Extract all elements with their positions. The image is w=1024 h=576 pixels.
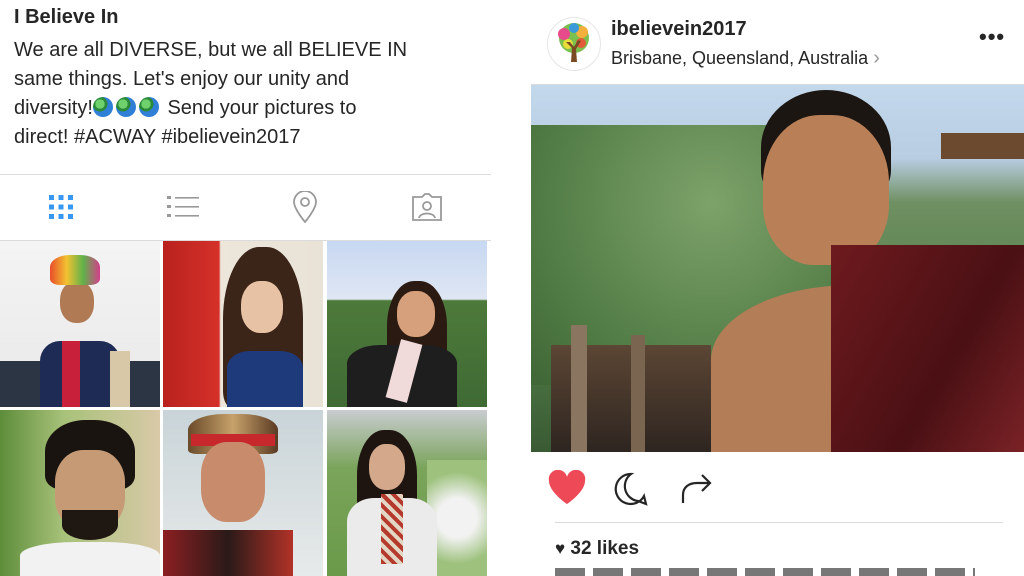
tree-logo-icon — [558, 23, 589, 62]
grid-photo[interactable] — [0, 241, 160, 407]
post-actions — [531, 462, 1024, 518]
panel-gap — [491, 0, 531, 576]
bio-text: diversity! — [14, 97, 93, 119]
grid-icon — [49, 195, 73, 219]
comment-button[interactable] — [613, 471, 649, 512]
profile-bio: We are all DIVERSE, but we all BELIEVE I… — [14, 36, 484, 152]
bio-line: We are all DIVERSE, but we all BELIEVE I… — [14, 39, 408, 61]
location-pin-icon — [293, 191, 317, 223]
profile-name: I Believe In — [14, 6, 119, 28]
location-text: Brisbane, Queensland, Australia — [611, 48, 869, 68]
globe-icon — [92, 97, 113, 117]
more-options-button[interactable]: ••• — [979, 24, 1005, 50]
avatar[interactable] — [547, 17, 601, 71]
small-heart-icon: ♥ — [555, 539, 566, 558]
post-photo[interactable] — [531, 85, 1024, 452]
grid-photo[interactable] — [163, 241, 323, 407]
tab-list-view[interactable] — [122, 175, 244, 239]
profile-tab-bar — [0, 175, 491, 239]
photo-grid — [0, 241, 491, 576]
share-arrow-icon — [681, 474, 712, 503]
grid-photo[interactable] — [327, 241, 487, 407]
bio-line: diversity! Send your pictures to — [14, 94, 484, 123]
heart-icon — [548, 469, 586, 504]
divider — [555, 522, 1003, 523]
likes-text: 32 likes — [570, 538, 640, 559]
tagged-person-icon — [412, 193, 442, 221]
post-panel: ibelievein2017 Brisbane, Queensland, Aus… — [531, 0, 1024, 576]
grid-photo[interactable] — [327, 410, 487, 576]
tab-places[interactable] — [244, 175, 366, 239]
bio-line: same things. Let's enjoy our unity and — [14, 68, 350, 90]
caption-clipped — [555, 568, 1015, 576]
grid-photo[interactable] — [163, 410, 323, 576]
profile-panel: I Believe In We are all DIVERSE, but we … — [0, 0, 491, 576]
likes-count[interactable]: ♥ 32 likes — [555, 538, 639, 560]
post-username[interactable]: ibelievein2017 — [611, 18, 747, 41]
share-button[interactable] — [679, 471, 715, 512]
globe-icon — [115, 97, 136, 117]
like-button[interactable] — [547, 469, 587, 511]
bio-line: direct! #ACWAY #ibelievein2017 — [14, 126, 301, 148]
grid-photo[interactable] — [0, 410, 160, 576]
globe-icon — [138, 97, 159, 117]
bio-text: Send your pictures to — [161, 97, 357, 119]
tab-grid-view[interactable] — [0, 175, 122, 239]
tab-tagged[interactable] — [366, 175, 488, 239]
post-location[interactable]: Brisbane, Queensland, Australia › — [611, 47, 880, 70]
chevron-right-icon: › — [873, 47, 880, 69]
list-icon — [167, 196, 199, 217]
comment-icon — [614, 472, 648, 506]
